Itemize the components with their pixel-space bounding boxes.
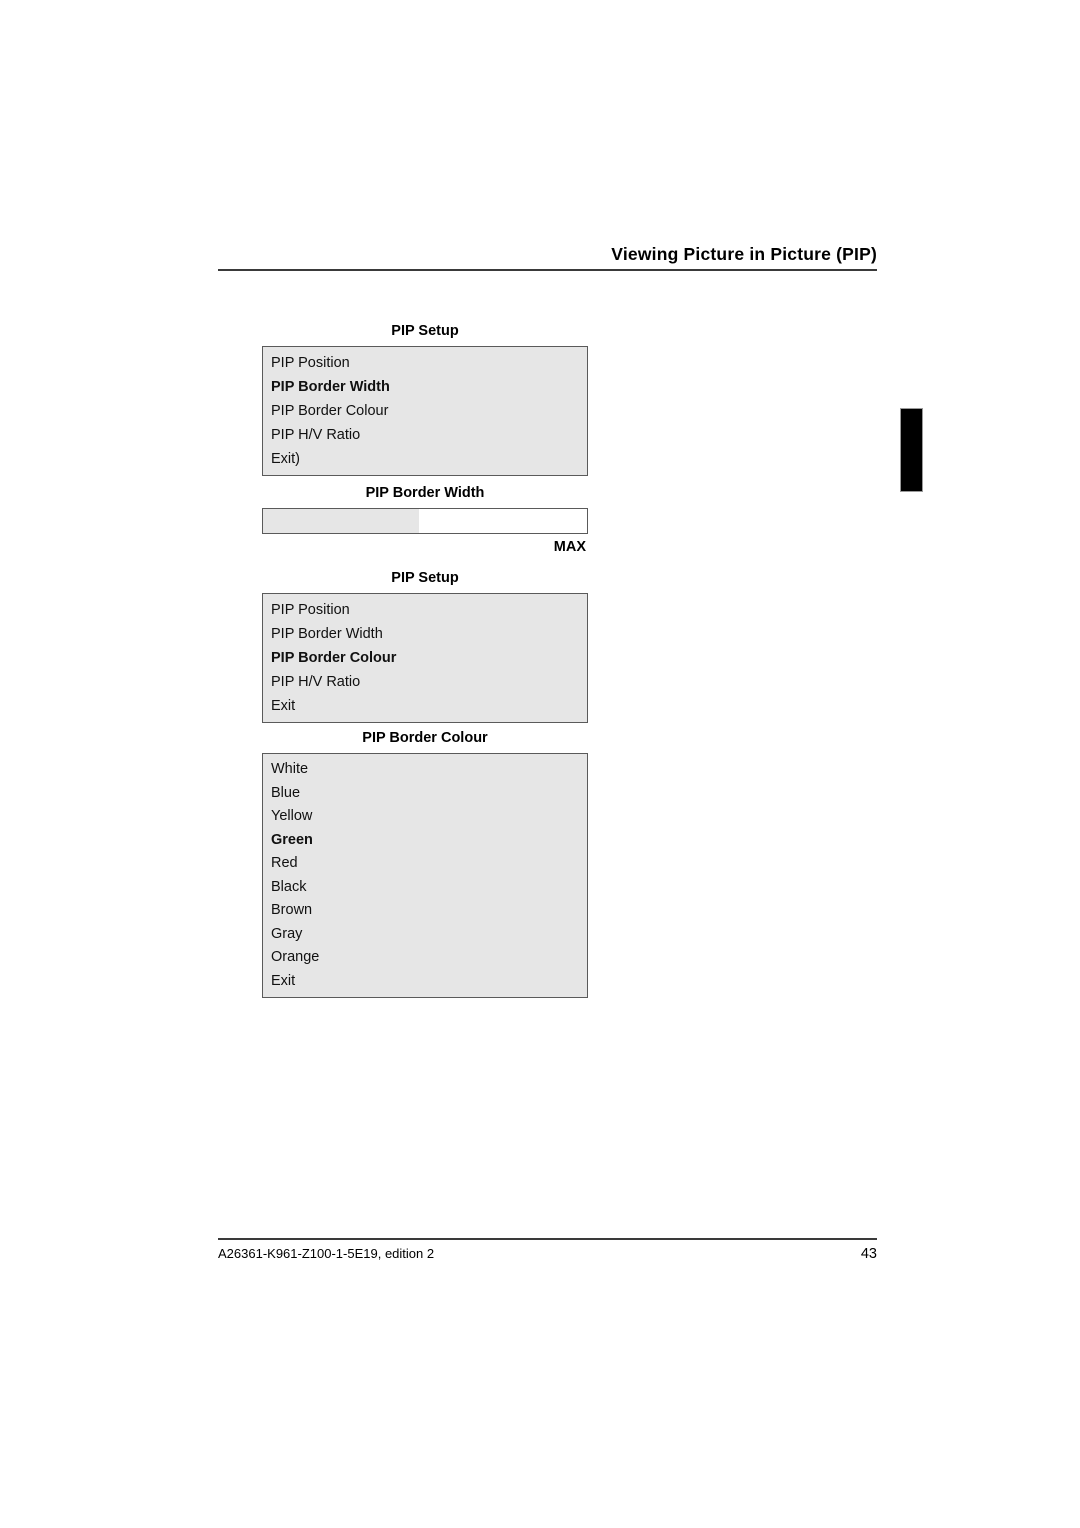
colour-item-blue[interactable]: Blue — [263, 782, 587, 806]
colour-item-brown[interactable]: Brown — [263, 899, 587, 923]
menu-item-pip-border-width[interactable]: PIP Border Width — [263, 375, 587, 399]
change-bar-marker — [900, 408, 923, 492]
pip-setup-menu: PIP Position PIP Border Width PIP Border… — [262, 346, 588, 476]
colour-item-red[interactable]: Red — [263, 852, 587, 876]
menu-item-pip-position[interactable]: PIP Position — [263, 351, 587, 375]
document-page: Viewing Picture in Picture (PIP) PIP Set… — [0, 0, 1080, 1528]
figure-pip-setup-border-width: PIP Setup PIP Position PIP Border Width … — [262, 321, 588, 476]
figure-pip-border-colour-list: PIP Border Colour White Blue Yellow Gree… — [262, 728, 588, 998]
colour-item-black[interactable]: Black — [263, 876, 587, 900]
footer-page-number: 43 — [860, 1246, 877, 1262]
page-footer: A26361-K961-Z100-1-5E19, edition 2 43 — [218, 1238, 877, 1263]
figure-caption: PIP Setup — [391, 323, 459, 339]
pip-border-colour-menu: White Blue Yellow Green Red Black Brown … — [262, 753, 588, 998]
menu-item-pip-position[interactable]: PIP Position — [263, 598, 587, 622]
menu-item-pip-hv-ratio[interactable]: PIP H/V Ratio — [263, 423, 587, 447]
menu-item-pip-hv-ratio[interactable]: PIP H/V Ratio — [263, 670, 587, 694]
colour-item-green[interactable]: Green — [263, 829, 587, 853]
colour-item-yellow[interactable]: Yellow — [263, 805, 587, 829]
colour-item-orange[interactable]: Orange — [263, 946, 587, 970]
slider-max-label: MAX — [553, 539, 586, 555]
colour-item-gray[interactable]: Gray — [263, 923, 587, 947]
slider-fill — [263, 509, 419, 533]
colour-item-exit[interactable]: Exit — [263, 970, 587, 994]
figure-caption: PIP Border Width — [365, 485, 485, 501]
figure-pip-border-width-slider: PIP Border Width MAX — [262, 483, 588, 557]
figure-pip-setup-border-colour: PIP Setup PIP Position PIP Border Width … — [262, 568, 588, 723]
menu-item-exit[interactable]: Exit — [263, 694, 587, 718]
menu-item-exit[interactable]: Exit) — [263, 447, 587, 471]
pip-setup-menu: PIP Position PIP Border Width PIP Border… — [262, 593, 588, 723]
header-title: Viewing Picture in Picture (PIP) — [611, 244, 877, 264]
footer-rule — [218, 1238, 877, 1240]
menu-item-pip-border-colour[interactable]: PIP Border Colour — [263, 399, 587, 423]
figure-caption: PIP Border Colour — [362, 730, 488, 746]
menu-item-pip-border-width[interactable]: PIP Border Width — [263, 622, 587, 646]
pip-border-width-slider[interactable] — [262, 508, 588, 534]
page-header: Viewing Picture in Picture (PIP) — [218, 243, 877, 271]
figure-caption: PIP Setup — [391, 570, 459, 586]
footer-document-id: A26361-K961-Z100-1-5E19, edition 2 — [218, 1246, 435, 1261]
header-rule — [218, 269, 877, 271]
colour-item-white[interactable]: White — [263, 758, 587, 782]
menu-item-pip-border-colour[interactable]: PIP Border Colour — [263, 646, 587, 670]
